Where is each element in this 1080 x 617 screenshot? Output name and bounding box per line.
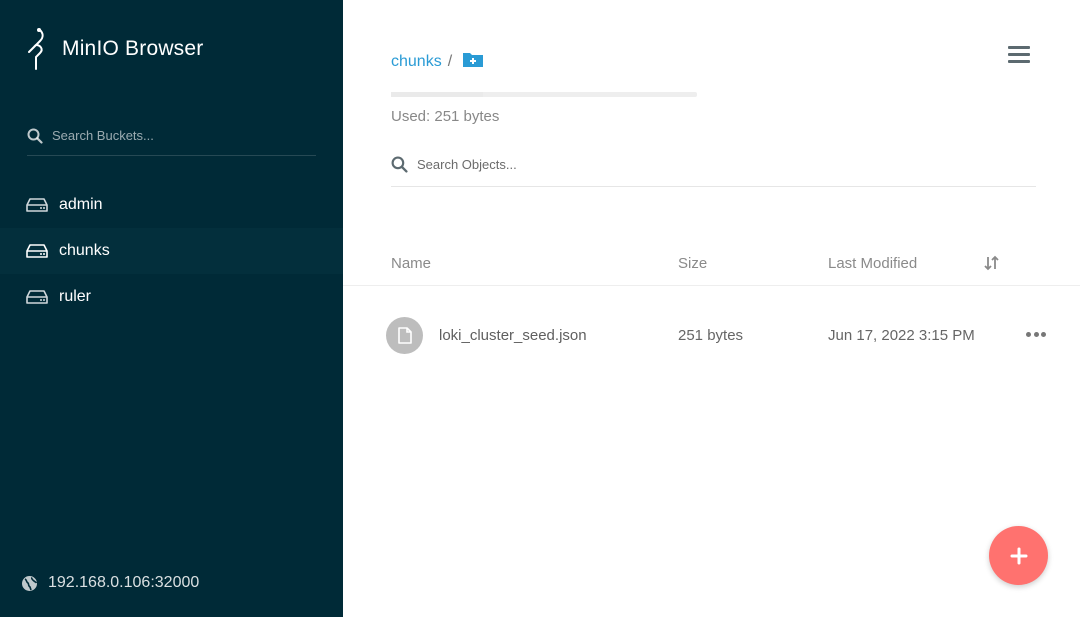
folder-plus-icon[interactable] — [462, 50, 484, 73]
minio-logo-icon — [28, 28, 44, 70]
bucket-search-input[interactable] — [52, 128, 302, 143]
plus-icon — [1010, 547, 1027, 564]
bucket-item-ruler[interactable]: ruler — [0, 274, 343, 320]
brand: MinIO Browser — [26, 27, 203, 71]
bucket-list: admin chunks ruler — [0, 182, 343, 320]
breadcrumb-separator: / — [447, 52, 453, 70]
bucket-search — [27, 120, 316, 156]
file-size: 251 bytes — [678, 327, 744, 344]
add-button[interactable] — [989, 526, 1048, 585]
breadcrumb-bucket-link[interactable]: chunks — [391, 53, 442, 71]
usage-fill — [391, 92, 483, 97]
drive-icon — [26, 244, 48, 258]
sidebar: MinIO Browser admin chunks — [0, 0, 343, 617]
drive-icon — [26, 198, 48, 212]
object-search — [391, 152, 1036, 187]
bucket-label: ruler — [59, 288, 92, 305]
search-icon — [27, 128, 43, 144]
column-header-size[interactable]: Size — [678, 255, 707, 272]
host-text: 192.168.0.106:32000 — [48, 574, 200, 591]
object-search-input[interactable] — [417, 157, 1017, 172]
bucket-label: admin — [59, 196, 103, 213]
globe-icon — [22, 575, 38, 591]
table-header: Name Size Last Modified — [343, 240, 1080, 286]
app-title: MinIO Browser — [62, 37, 204, 60]
file-icon — [386, 317, 423, 354]
table-row[interactable]: loki_cluster_seed.json 251 bytes Jun 17,… — [343, 306, 1080, 364]
search-icon — [391, 156, 408, 173]
usage-bar — [391, 92, 697, 97]
usage-text: Used: 251 bytes — [391, 108, 500, 125]
more-horizontal-icon[interactable] — [1026, 332, 1049, 337]
bucket-item-admin[interactable]: admin — [0, 182, 343, 228]
file-modified: Jun 17, 2022 3:15 PM — [828, 327, 975, 344]
host-address: 192.168.0.106:32000 — [21, 574, 199, 592]
drive-icon — [26, 290, 48, 304]
breadcrumb: chunks / — [391, 50, 484, 73]
bucket-label: chunks — [59, 242, 110, 259]
sort-icon[interactable] — [984, 255, 999, 275]
column-header-name[interactable]: Name — [391, 255, 431, 272]
column-header-modified[interactable]: Last Modified — [828, 255, 917, 272]
main-content: chunks / Used: 251 bytes Name Size Last … — [343, 0, 1080, 617]
file-name[interactable]: loki_cluster_seed.json — [439, 327, 587, 344]
bucket-item-chunks[interactable]: chunks — [0, 228, 343, 274]
hamburger-menu-icon[interactable] — [1008, 46, 1030, 66]
